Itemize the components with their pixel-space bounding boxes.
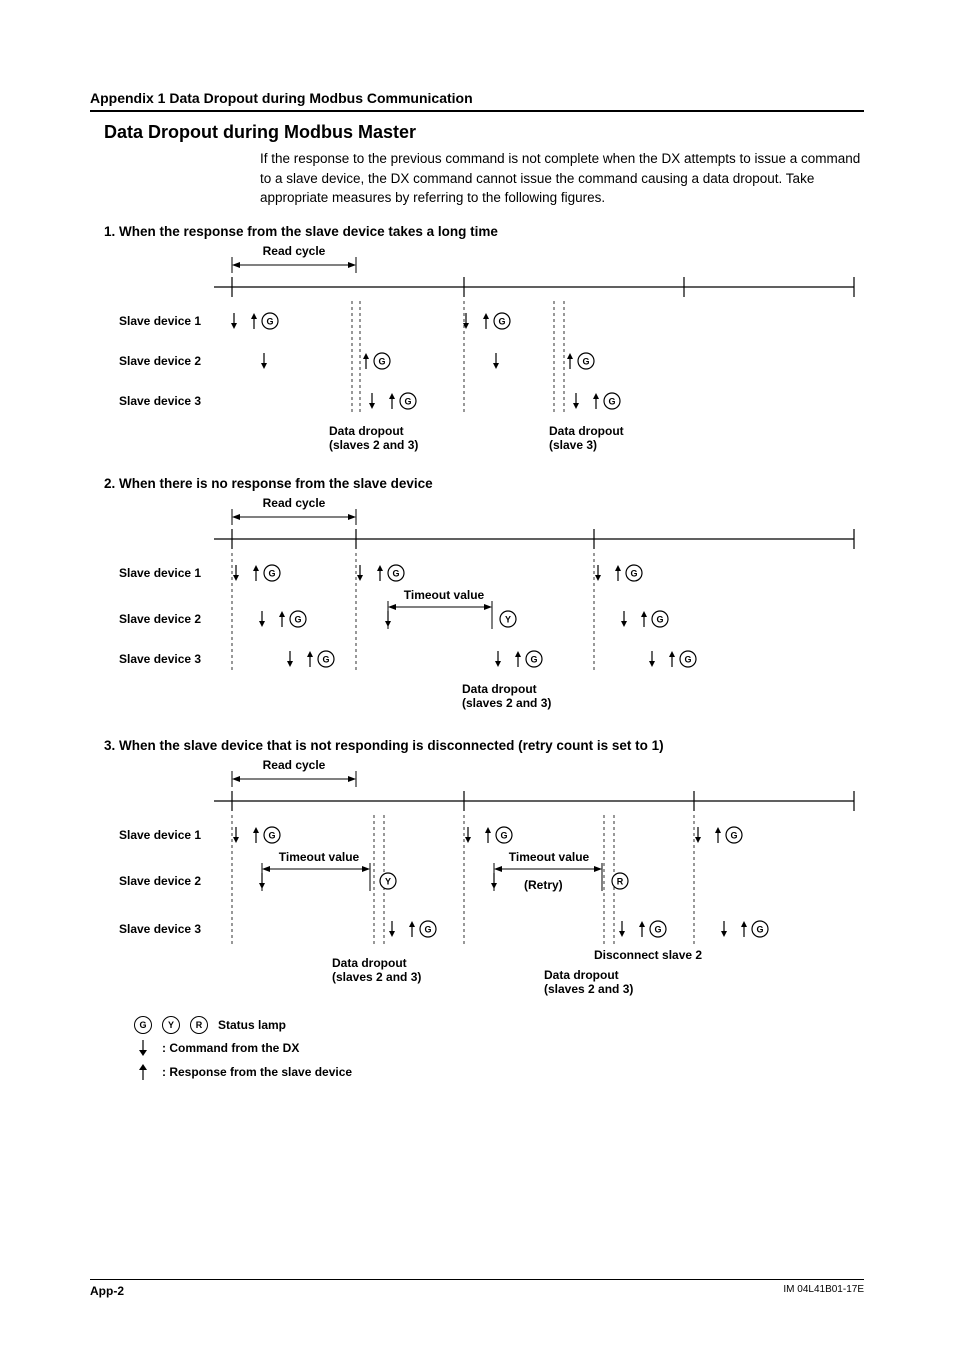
svg-text:Slave device 1: Slave device 1: [119, 566, 201, 580]
svg-text:Slave device 1: Slave device 1: [119, 828, 201, 842]
svg-text:Data dropout: Data dropout: [332, 956, 407, 970]
header-rule: Appendix 1 Data Dropout during Modbus Co…: [90, 90, 864, 112]
lamp-g-icon: G: [134, 1016, 152, 1034]
legend: G Y R Status lamp : Command from the DX …: [134, 1016, 864, 1082]
svg-text:(slaves 2 and 3): (slaves 2 and 3): [329, 438, 418, 452]
case3-title: 3. When the slave device that is not res…: [104, 738, 864, 753]
timeout-label: Timeout value: [404, 588, 485, 602]
svg-text:Timeout value: Timeout value: [279, 850, 360, 864]
svg-text:Y: Y: [385, 876, 391, 886]
dd-label-2: Data dropout: [462, 682, 537, 696]
row-slave2: Slave device 2: [119, 354, 201, 368]
svg-text:Slave device 3: Slave device 3: [119, 652, 201, 666]
diagram-1: G Read cycle Slave device 1 Slave device: [104, 243, 864, 466]
row-slave3: Slave device 3: [119, 394, 201, 408]
svg-text:(slaves 2 and 3): (slaves 2 and 3): [544, 982, 633, 996]
row-slave1: Slave device 1: [119, 314, 201, 328]
diagram-3: Read cycle Slave device 1 Slave device 2…: [104, 757, 864, 1010]
up-arrow-icon: [134, 1062, 152, 1082]
legend-resp: : Response from the slave device: [162, 1065, 352, 1079]
y-icon: Y: [505, 614, 511, 624]
lamp-r-icon: R: [190, 1016, 208, 1034]
retry-label: (Retry): [524, 878, 563, 892]
footer: App-2 IM 04L41B01-17E: [90, 1279, 864, 1298]
svg-text:(slaves 2 and 3): (slaves 2 and 3): [332, 970, 421, 984]
svg-text:Slave device 3: Slave device 3: [119, 922, 201, 936]
read-cycle-label: Read cycle: [263, 244, 326, 258]
svg-text:Slave device 2: Slave device 2: [119, 874, 201, 888]
r-icon: R: [617, 876, 624, 886]
svg-text:Data dropout: Data dropout: [544, 968, 619, 982]
read-cycle-label: Read cycle: [263, 496, 326, 510]
down-arrow-icon: [134, 1038, 152, 1058]
disconnect-label: Disconnect slave 2: [594, 948, 702, 962]
page: Appendix 1 Data Dropout during Modbus Co…: [0, 0, 954, 1350]
svg-text:(slaves 2 and 3): (slaves 2 and 3): [462, 696, 551, 710]
dd-label-1b: Data dropout: [549, 424, 624, 438]
svg-text:Slave device 2: Slave device 2: [119, 612, 201, 626]
diagram-2: Read cycle Slave device 1 Slave device 2…: [104, 495, 864, 728]
intro-paragraph: If the response to the previous command …: [260, 149, 864, 208]
section-title: Data Dropout during Modbus Master: [104, 122, 864, 143]
svg-text:Timeout value: Timeout value: [509, 850, 590, 864]
case1-title: 1. When the response from the slave devi…: [104, 224, 864, 239]
case2-title: 2. When there is no response from the sl…: [104, 476, 864, 491]
lamp-y-icon: Y: [162, 1016, 180, 1034]
page-number: App-2: [90, 1284, 124, 1298]
doc-id: IM 04L41B01-17E: [783, 1284, 864, 1298]
svg-text:(slave 3): (slave 3): [549, 438, 597, 452]
svg-text:Read cycle: Read cycle: [263, 758, 326, 772]
legend-status: Status lamp: [218, 1018, 286, 1032]
appendix-title: Appendix 1 Data Dropout during Modbus Co…: [90, 90, 864, 110]
legend-cmd: : Command from the DX: [162, 1041, 299, 1055]
dd-label-1a: Data dropout: [329, 424, 404, 438]
